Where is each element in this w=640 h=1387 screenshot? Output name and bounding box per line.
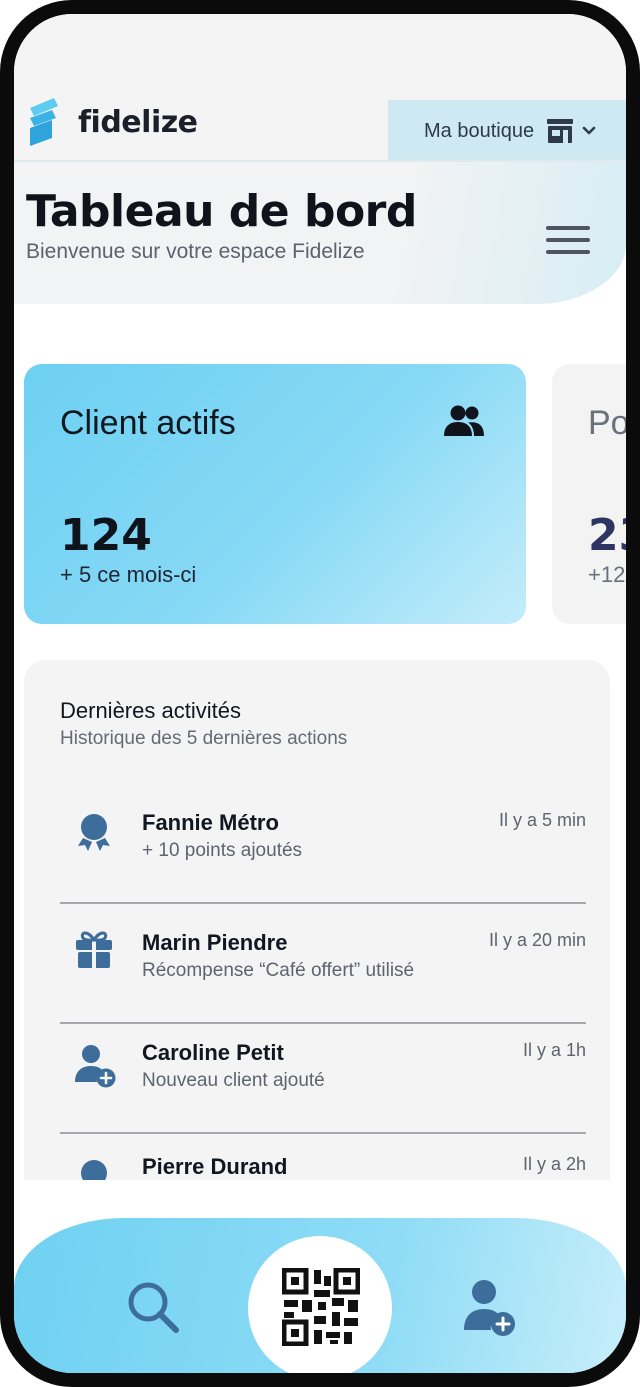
recent-activity-panel: Dernières activités Historique des 5 der… xyxy=(24,660,610,1180)
activity-time: Il y a 20 min xyxy=(488,930,586,950)
activity-item[interactable]: Pierre Durand Il y a 2h xyxy=(60,1154,586,1180)
activity-panel-subtitle: Historique des 5 dernières actions xyxy=(60,728,348,749)
activity-name: Fannie Métro xyxy=(142,810,279,835)
page-header: Tableau de bord Bienvenue sur votre espa… xyxy=(14,162,626,304)
search-icon[interactable] xyxy=(126,1280,182,1336)
activity-name: Marin Piendre xyxy=(142,930,288,955)
hamburger-menu-icon[interactable] xyxy=(546,222,592,256)
qr-scan-button[interactable] xyxy=(248,1236,392,1373)
activity-time: Il y a 5 min xyxy=(498,810,586,830)
brand-name: fidelize xyxy=(78,104,198,140)
activity-time: Il y a 1h xyxy=(522,1040,586,1060)
stat-card-delta: + 5 ce mois-ci xyxy=(60,562,197,587)
award-badge-icon xyxy=(78,814,110,851)
activity-detail: Récompense “Café offert” utilisé xyxy=(142,960,415,981)
stat-card-active-clients[interactable]: Client actifs 124 + 5 ce mois-ci xyxy=(24,364,526,624)
store-icon xyxy=(547,119,574,143)
user-add-icon[interactable] xyxy=(460,1278,518,1336)
stat-card-value: 23 xyxy=(588,510,626,561)
activity-time: Il y a 2h xyxy=(522,1154,586,1174)
activity-item[interactable]: Caroline Petit Nouveau client ajouté Il … xyxy=(60,1040,586,1134)
activity-detail: Nouveau client ajouté xyxy=(142,1070,325,1091)
store-selector-label: Ma boutique xyxy=(424,119,535,142)
app-screen: fidelize Ma boutique Tableau de bord Bie… xyxy=(14,14,626,1373)
gift-icon xyxy=(76,931,112,968)
activity-divider xyxy=(60,1132,586,1134)
activity-divider xyxy=(60,1022,586,1024)
users-icon xyxy=(444,405,484,436)
brand[interactable]: fidelize xyxy=(28,98,198,146)
user-add-icon xyxy=(75,1045,116,1088)
stat-card-value: 124 xyxy=(60,510,152,561)
page-subtitle: Bienvenue sur votre espace Fidelize xyxy=(26,240,365,263)
activity-item[interactable]: Marin Piendre Récompense “Café offert” u… xyxy=(60,920,586,1024)
stat-card-delta: +12 xyxy=(588,562,626,587)
stat-card-title: Po xyxy=(588,404,626,442)
bottom-navigation xyxy=(14,1218,626,1373)
activity-name: Pierre Durand xyxy=(142,1154,288,1179)
top-bar: fidelize Ma boutique xyxy=(14,14,626,162)
activity-name: Caroline Petit xyxy=(142,1040,284,1065)
activity-panel-title: Dernières activités xyxy=(60,698,241,723)
award-badge-icon xyxy=(81,1160,107,1180)
phone-frame: fidelize Ma boutique Tableau de bord Bie… xyxy=(0,0,640,1387)
activity-divider xyxy=(60,902,586,904)
qr-code-icon xyxy=(282,1268,360,1346)
stat-card-title: Client actifs xyxy=(60,404,236,442)
page-title: Tableau de bord xyxy=(26,186,417,237)
stat-card-points[interactable]: Po 23 +12 xyxy=(552,364,626,624)
activity-item[interactable]: Fannie Métro + 10 points ajoutés Il y a … xyxy=(60,800,586,904)
fidelize-logo-icon xyxy=(30,98,58,146)
chevron-down-icon xyxy=(582,126,596,135)
store-selector[interactable]: Ma boutique xyxy=(388,100,626,162)
activity-detail: + 10 points ajoutés xyxy=(142,840,303,861)
